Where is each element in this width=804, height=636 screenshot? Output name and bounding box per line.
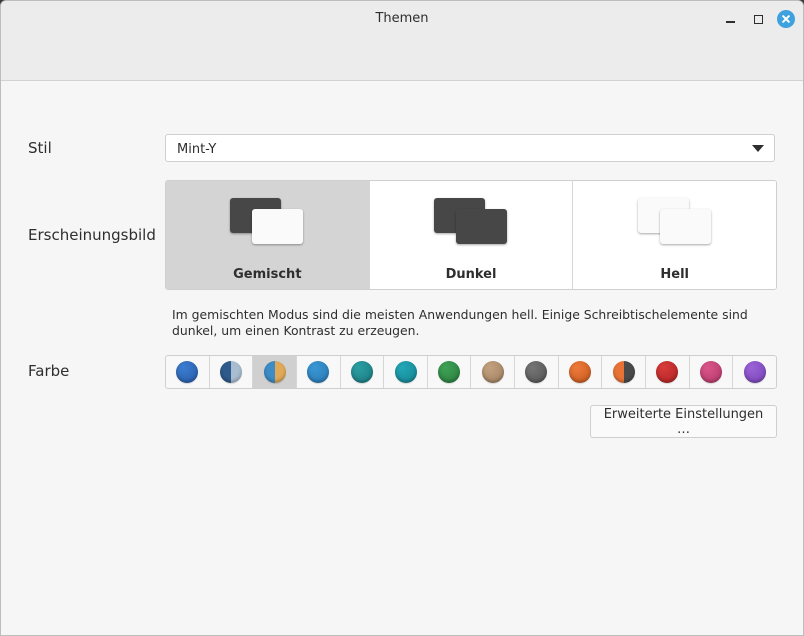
style-dropdown[interactable]: Mint-Y (165, 134, 775, 162)
color-swatch-orange-dark-split[interactable] (602, 356, 647, 388)
appearance-label: Erscheinungsbild (28, 226, 156, 244)
theme-preview-icon (230, 198, 304, 248)
color-ball-icon (612, 361, 635, 383)
window-title: Themen (375, 11, 429, 26)
color-ball-icon (176, 361, 199, 383)
preview-front-window (252, 209, 304, 244)
color-swatch-blue[interactable] (166, 356, 210, 388)
appearance-description: Im gemischten Modus sind die meisten Anw… (172, 307, 748, 338)
color-ball-icon (219, 361, 242, 383)
advanced-settings-button[interactable]: Erweiterte Einstellungen … (590, 405, 777, 438)
color-swatch-grey[interactable] (515, 356, 559, 388)
color-label: Farbe (28, 362, 70, 380)
titlebar: Themen (1, 1, 803, 81)
color-swatch-orange[interactable] (559, 356, 603, 388)
minimize-icon (725, 20, 735, 23)
color-swatch-pink[interactable] (690, 356, 734, 388)
color-ball-icon (438, 361, 461, 383)
color-ball-icon (350, 361, 373, 383)
style-label: Stil (28, 139, 52, 157)
color-selector (165, 355, 777, 389)
color-swatch-green[interactable] (428, 356, 472, 388)
themes-window: Themen Stil Mint-Y Erscheinungsbild Gemi… (0, 0, 804, 636)
color-swatch-purple[interactable] (733, 356, 776, 388)
close-icon (777, 10, 795, 28)
color-ball-icon (481, 361, 504, 383)
theme-preview-icon (637, 198, 712, 248)
theme-preview-icon (434, 198, 508, 248)
color-ball-icon (700, 361, 722, 383)
color-swatch-blue-grey-split[interactable] (210, 356, 254, 388)
color-ball-icon (569, 361, 592, 383)
preview-front-window (659, 209, 711, 244)
appearance-option-label: Dunkel (445, 267, 497, 282)
appearance-selector: Gemischt Dunkel Hell (165, 180, 777, 290)
maximize-button[interactable] (748, 9, 768, 29)
color-ball-icon (307, 361, 330, 383)
color-swatch-teal[interactable] (341, 356, 385, 388)
appearance-option-gemischt[interactable]: Gemischt (166, 181, 370, 289)
close-button[interactable] (776, 9, 796, 29)
preview-front-window (456, 209, 507, 244)
color-swatch-cyan[interactable] (384, 356, 428, 388)
color-ball-icon (656, 361, 679, 383)
color-swatch-aqua-sand-split[interactable] (253, 356, 297, 388)
appearance-option-hell[interactable]: Hell (573, 181, 776, 289)
dropdown-arrow-icon (752, 145, 764, 152)
color-ball-icon (743, 361, 766, 383)
appearance-option-dunkel[interactable]: Dunkel (369, 181, 574, 289)
color-swatch-sand[interactable] (471, 356, 516, 388)
maximize-icon (753, 14, 763, 24)
color-ball-icon (263, 361, 286, 383)
appearance-option-label: Gemischt (233, 267, 302, 282)
appearance-option-label: Hell (660, 267, 689, 282)
color-ball-icon (525, 361, 548, 383)
color-swatch-red[interactable] (646, 356, 690, 388)
style-dropdown-value: Mint-Y (177, 142, 217, 157)
minimize-button[interactable] (720, 9, 740, 29)
color-swatch-light-blue[interactable] (297, 356, 341, 388)
color-ball-icon (394, 361, 417, 383)
